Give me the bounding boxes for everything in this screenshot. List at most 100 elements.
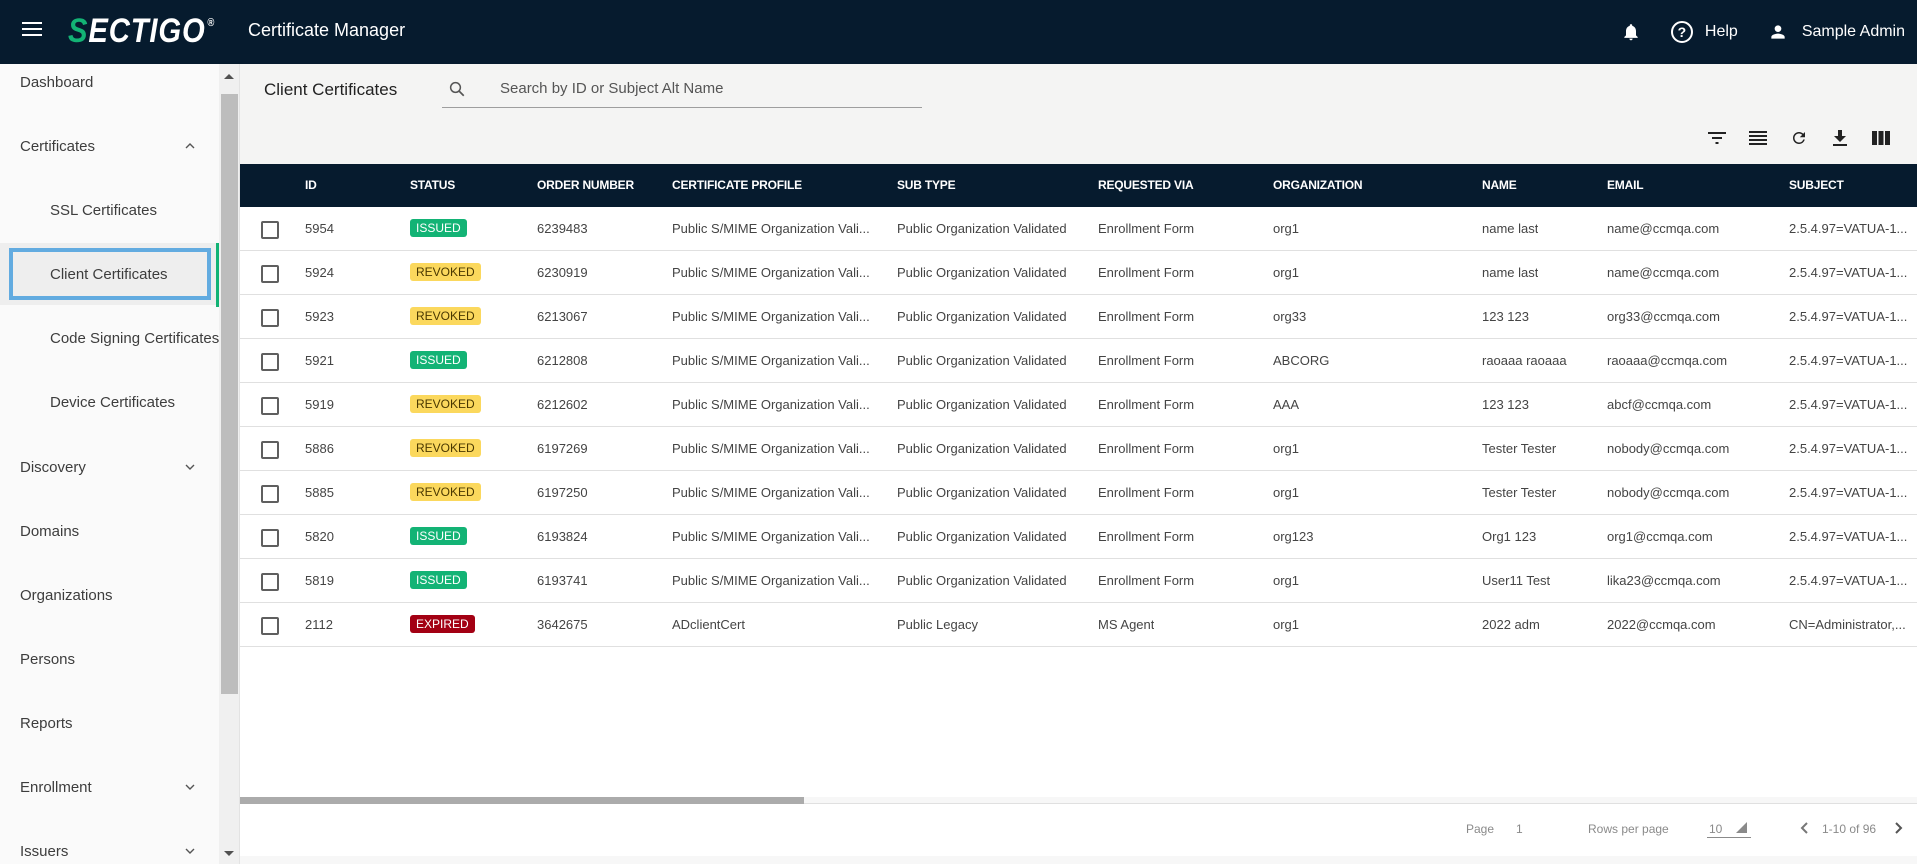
user-menu[interactable]: Sample Admin <box>1768 22 1905 42</box>
cell-organization: org33 <box>1273 309 1307 324</box>
columns-button[interactable] <box>1869 126 1893 150</box>
sidebar-scroll-thumb[interactable] <box>221 94 238 694</box>
row-checkbox[interactable] <box>261 397 279 415</box>
sidebar-item-ssl-certificates[interactable]: SSL Certificates <box>0 195 219 225</box>
download-button[interactable] <box>1828 126 1852 150</box>
filter-icon <box>1708 132 1726 144</box>
sidebar-item-reports[interactable]: Reports <box>0 708 219 738</box>
status-badge: EXPIRED <box>410 615 475 633</box>
sidebar-item-issuers[interactable]: Issuers <box>0 836 219 864</box>
table-row[interactable]: 5819 ISSUED 6193741 Public S/MIME Organizat… <box>240 559 1917 603</box>
menu-icon[interactable] <box>22 22 42 38</box>
row-checkbox[interactable] <box>261 617 279 635</box>
chevron-up-icon <box>185 143 195 149</box>
horizontal-scroll-thumb[interactable] <box>240 797 804 804</box>
row-checkbox[interactable] <box>261 573 279 591</box>
status-badge: REVOKED <box>410 439 481 457</box>
column-header-organization[interactable]: ORGANIZATION <box>1273 164 1363 207</box>
rows-per-page-select[interactable]: 10 <box>1707 816 1751 838</box>
sidebar-item-certificates[interactable]: Certificates <box>0 131 219 161</box>
cell-status: ISSUED <box>410 515 467 558</box>
sidebar-scrollbar[interactable] <box>219 64 240 864</box>
cell-order-number: 6230919 <box>537 265 588 280</box>
cell-order-number: 6212808 <box>537 353 588 368</box>
filter-button[interactable] <box>1705 126 1729 150</box>
row-checkbox[interactable] <box>261 485 279 503</box>
density-button[interactable] <box>1746 126 1770 150</box>
sidebar-item-domains[interactable]: Domains <box>0 516 219 546</box>
notifications-bell-icon[interactable] <box>1621 21 1641 43</box>
column-header-name[interactable]: NAME <box>1482 164 1517 207</box>
search-field[interactable] <box>442 70 922 108</box>
column-header-certificate-profile[interactable]: CERTIFICATE PROFILE <box>672 164 802 207</box>
cell-sub-type: Public Organization Validated <box>897 353 1067 368</box>
sidebar-item-discovery[interactable]: Discovery <box>0 452 219 482</box>
cell-organization: org1 <box>1273 617 1300 632</box>
column-header-subject[interactable]: SUBJECT <box>1789 164 1844 207</box>
row-checkbox[interactable] <box>261 265 279 283</box>
sidebar-nav: Dashboard Certificates SSL Certificates … <box>0 64 219 864</box>
cell-requested-via: Enrollment Form <box>1098 353 1195 368</box>
sidebar-item-label: Domains <box>20 522 80 540</box>
column-header-id[interactable]: ID <box>305 164 317 207</box>
cell-organization: org123 <box>1273 529 1314 544</box>
column-header-order-number[interactable]: ORDER NUMBER <box>537 164 634 207</box>
table-row[interactable]: 5924 REVOKED 6230919 Public S/MIME Organiza… <box>240 251 1917 295</box>
cell-requested-via: Enrollment Form <box>1098 221 1195 236</box>
cell-certificate-profile: Public S/MIME Organization Vali... <box>672 485 870 500</box>
cell-name: 123 123 <box>1482 309 1529 324</box>
search-input[interactable] <box>500 78 900 98</box>
scroll-up-arrow-icon[interactable] <box>224 74 234 79</box>
table-row[interactable]: 5923 REVOKED 6213067 Public S/MIME Organiza… <box>240 295 1917 339</box>
cell-id: 5923 <box>305 309 334 324</box>
main-content: Client Certificates ID STATUS ORDER NUMB… <box>240 64 1917 864</box>
page-number[interactable]: 1 <box>1516 822 1523 836</box>
refresh-icon <box>1793 132 1805 144</box>
column-header-sub-type[interactable]: SUB TYPE <box>897 164 956 207</box>
help-button[interactable]: ? Help <box>1670 21 1738 43</box>
table-row[interactable]: 5886 REVOKED 6197269 Public S/MIME Organiza… <box>240 427 1917 471</box>
cell-order-number: 6212602 <box>537 397 588 412</box>
cell-sub-type: Public Organization Validated <box>897 309 1067 324</box>
column-header-email[interactable]: EMAIL <box>1607 164 1644 207</box>
sidebar-item-label: Code Signing Certificates <box>50 329 219 347</box>
sidebar-item-label: Enrollment <box>20 778 92 796</box>
next-page-icon[interactable] <box>1891 820 1905 836</box>
cell-email: org1@ccmqa.com <box>1607 529 1713 544</box>
sidebar-item-label: Device Certificates <box>50 393 176 411</box>
cell-id: 2112 <box>305 617 333 632</box>
logo-text: ECTIGO <box>88 12 206 50</box>
row-checkbox[interactable] <box>261 353 279 371</box>
cell-certificate-profile: Public S/MIME Organization Vali... <box>672 529 870 544</box>
row-checkbox[interactable] <box>261 529 279 547</box>
sidebar-item-device-certificates[interactable]: Device Certificates <box>0 387 219 417</box>
cell-email: 2022@ccmqa.com <box>1607 617 1716 632</box>
table-horizontal-scrollbar[interactable] <box>240 797 1917 804</box>
previous-page-icon[interactable] <box>1798 820 1812 836</box>
sidebar-item-code-signing-certificates[interactable]: Code Signing Certificates <box>0 323 219 353</box>
sidebar-item-persons[interactable]: Persons <box>0 644 219 674</box>
sectigo-logo[interactable]: SECTIGO ® <box>68 12 215 50</box>
cell-subject: 2.5.4.97=VATUA-1... <box>1789 441 1908 456</box>
table-row[interactable]: 5954 ISSUED 6239483 Public S/MIME Organizat… <box>240 207 1917 251</box>
row-checkbox[interactable] <box>261 309 279 327</box>
table-row[interactable]: 2112 EXPIRED 3642675 ADclientCert Public Leg… <box>240 603 1917 647</box>
status-badge: REVOKED <box>410 263 481 281</box>
sidebar-item-enrollment[interactable]: Enrollment <box>0 772 219 802</box>
sidebar-item-organizations[interactable]: Organizations <box>0 580 219 610</box>
table-row[interactable]: 5921 ISSUED 6212808 Public S/MIME Organizat… <box>240 339 1917 383</box>
table-row[interactable]: 5885 REVOKED 6197250 Public S/MIME Organiza… <box>240 471 1917 515</box>
table-row[interactable]: 5919 REVOKED 6212602 Public S/MIME Organiza… <box>240 383 1917 427</box>
row-checkbox[interactable] <box>261 221 279 239</box>
table-row[interactable]: 5820 ISSUED 6193824 Public S/MIME Organizat… <box>240 515 1917 559</box>
sidebar-item-label: Organizations <box>20 586 113 604</box>
refresh-button[interactable] <box>1787 126 1811 150</box>
cell-requested-via: Enrollment Form <box>1098 441 1195 456</box>
sidebar-item-dashboard[interactable]: Dashboard <box>0 67 219 97</box>
scroll-down-arrow-icon[interactable] <box>224 851 234 856</box>
cell-certificate-profile: Public S/MIME Organization Vali... <box>672 265 870 280</box>
column-header-requested-via[interactable]: REQUESTED VIA <box>1098 164 1194 207</box>
column-header-status[interactable]: STATUS <box>410 164 455 207</box>
row-checkbox[interactable] <box>261 441 279 459</box>
sidebar-item-client-certificates[interactable]: Client Certificates <box>0 243 219 307</box>
